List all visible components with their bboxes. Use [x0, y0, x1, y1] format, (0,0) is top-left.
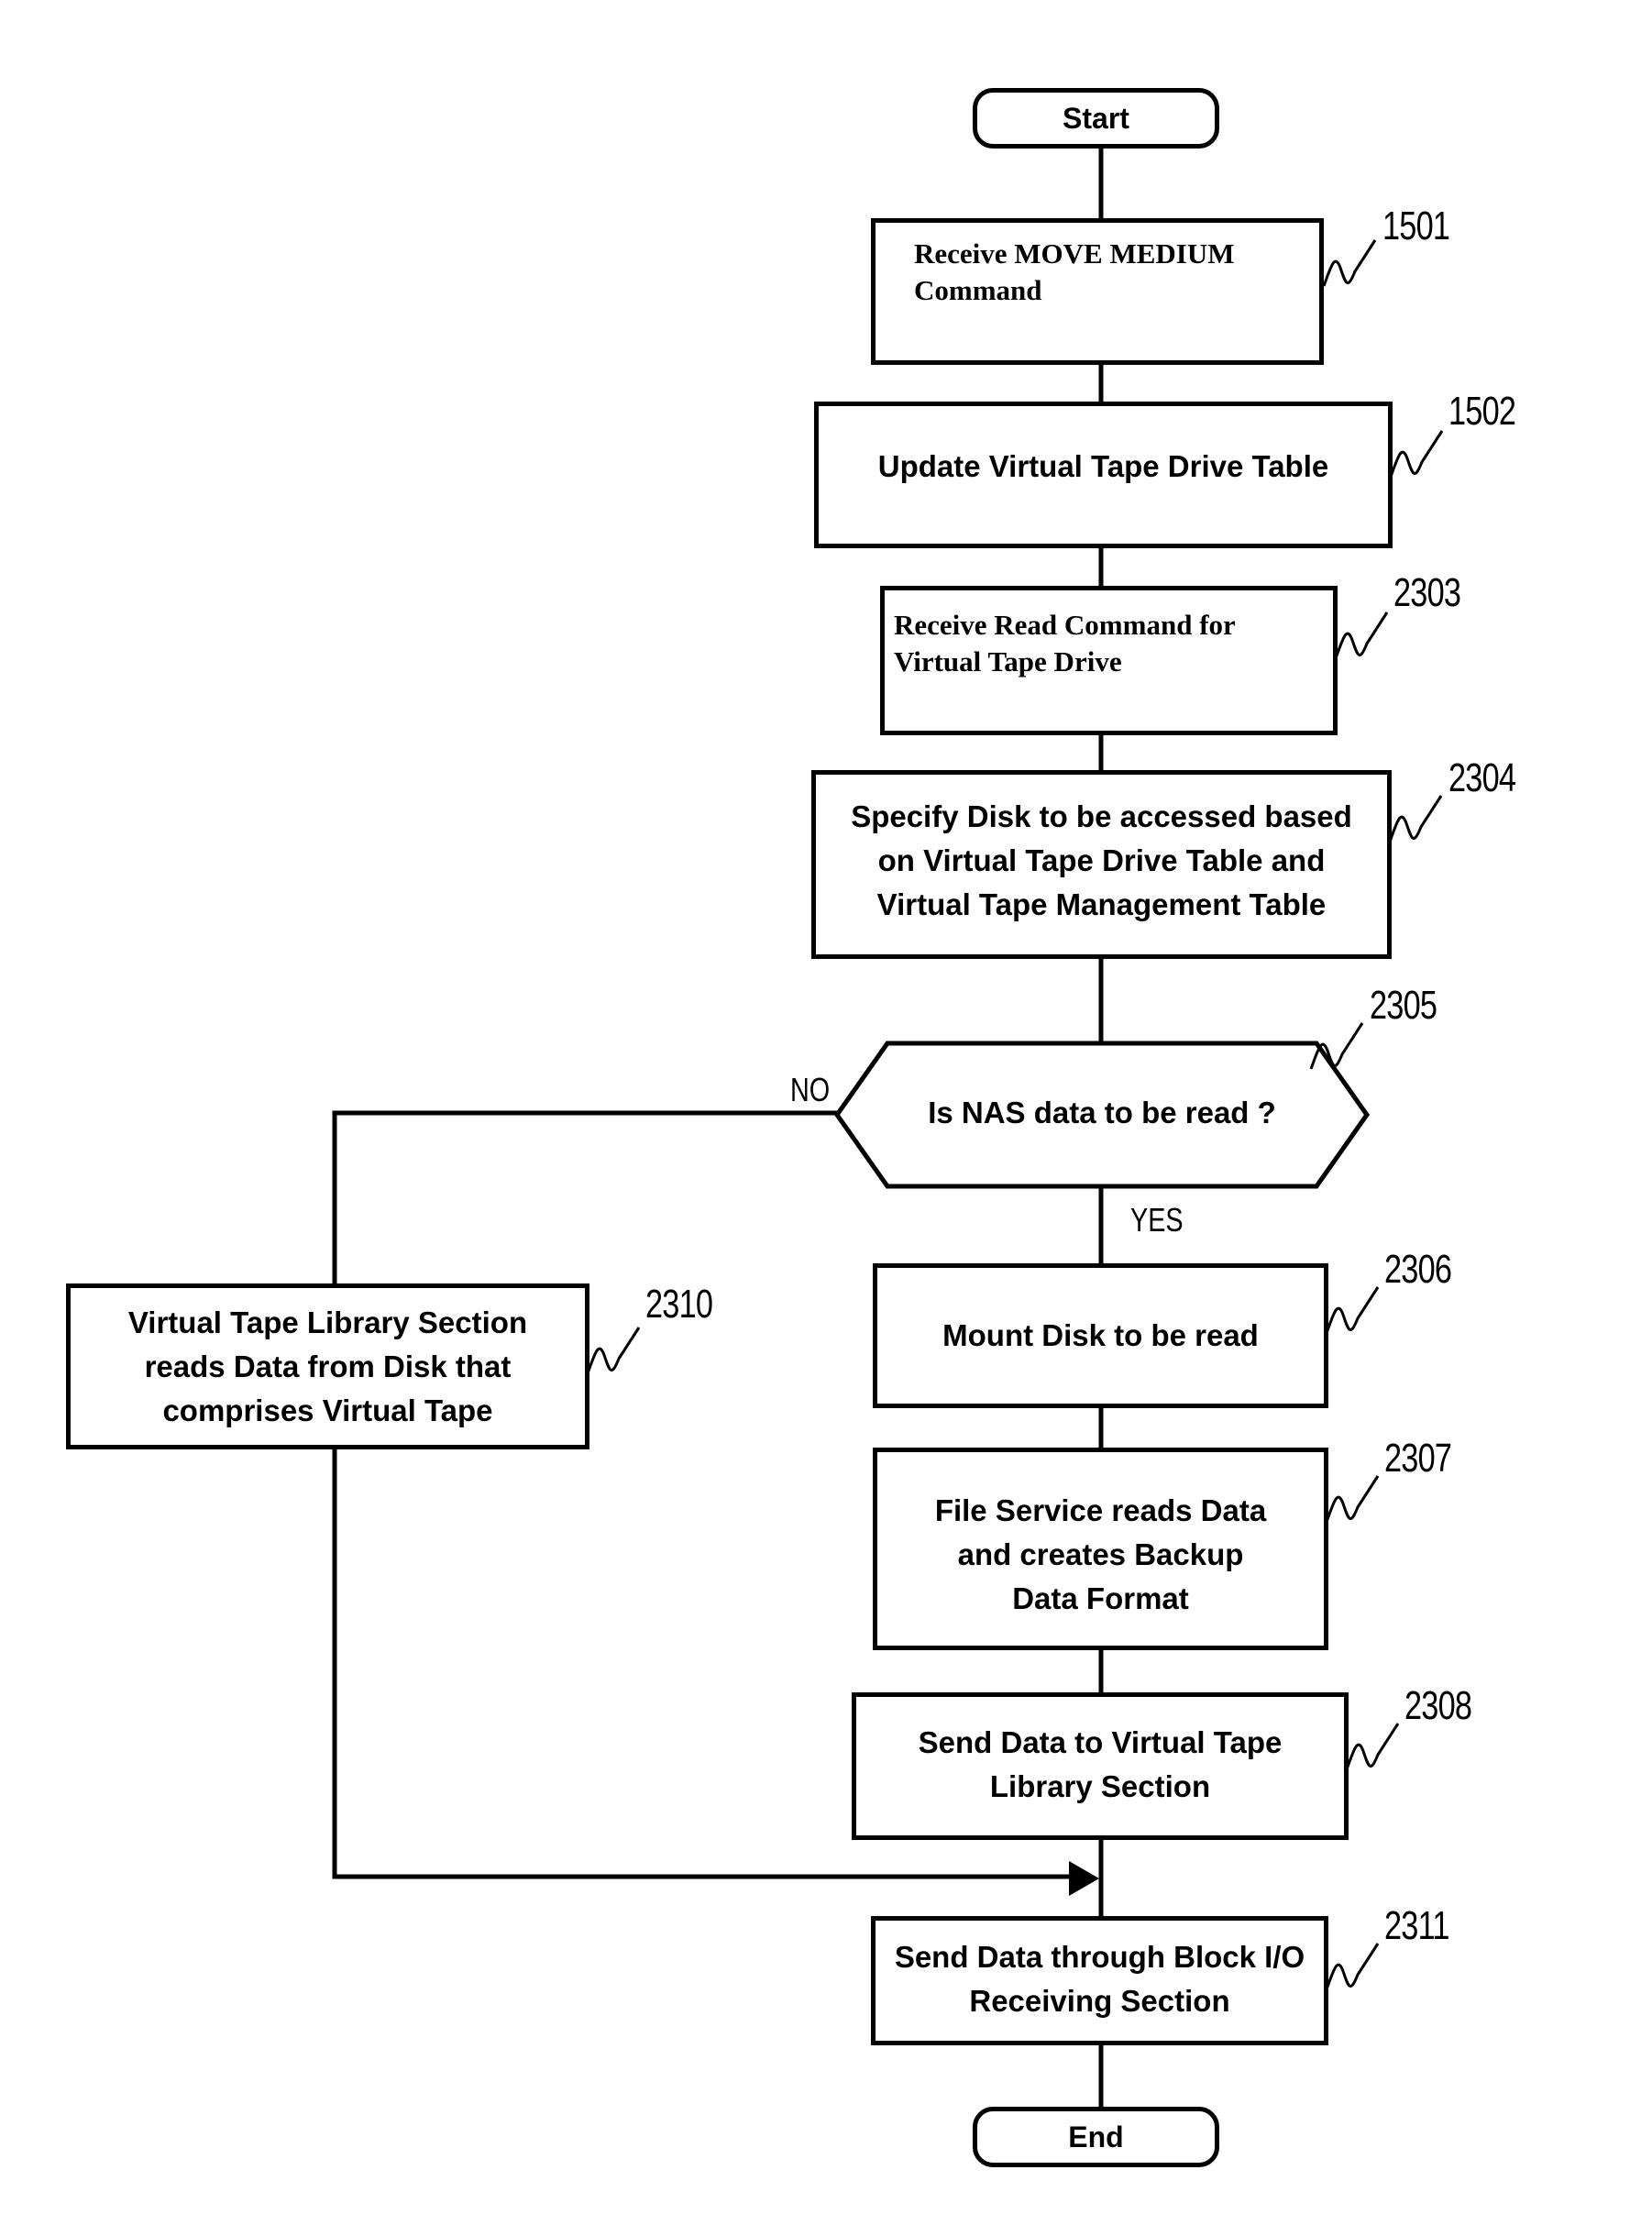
- end-label: End: [1068, 2120, 1124, 2153]
- ref-leader-1501: [1322, 239, 1377, 287]
- step-2304: Specify Disk to be accessed based on Vir…: [811, 770, 1392, 959]
- step-2311-text: Send Data through Block I/O Receiving Se…: [894, 1940, 1305, 2018]
- ref-2305: 2305: [1370, 983, 1437, 1028]
- branch-no-label: NO: [790, 1071, 831, 1108]
- ref-2307: 2307: [1384, 1436, 1452, 1481]
- ref-leader-2311: [1325, 1943, 1380, 1990]
- step-2306: Mount Disk to be read: [873, 1263, 1328, 1408]
- ref-leader-2310: [586, 1327, 641, 1374]
- step-2303-text: Receive Read Command for Virtual Tape Dr…: [894, 609, 1236, 677]
- ref-2304: 2304: [1448, 755, 1516, 800]
- step-2310-text: Virtual Tape Library Section reads Data …: [127, 1305, 528, 1427]
- step-2307-text: File Service reads Data and creates Back…: [934, 1493, 1267, 1615]
- edge-2305-2310-no: [332, 1110, 840, 1288]
- ref-leader-2308: [1345, 1723, 1400, 1770]
- ref-2303: 2303: [1393, 570, 1461, 615]
- ref-leader-2307: [1325, 1475, 1380, 1523]
- step-1502-text: Update Virtual Tape Drive Table: [877, 449, 1329, 483]
- step-2307: File Service reads Data and creates Back…: [873, 1448, 1328, 1650]
- step-2308: Send Data to Virtual Tape Library Sectio…: [852, 1692, 1349, 1840]
- step-1501: Receive MOVE MEDIUM Command: [871, 218, 1324, 365]
- flowchart-canvas: [332, 144, 1444, 2111]
- step-2310: Virtual Tape Library Section reads Data …: [66, 1283, 589, 1449]
- ref-leader-2304: [1388, 795, 1443, 843]
- step-2303: Receive Read Command for Virtual Tape Dr…: [880, 586, 1338, 735]
- start-label: Start: [1063, 102, 1129, 135]
- step-1502: Update Virtual Tape Drive Table: [814, 402, 1393, 548]
- ref-2310: 2310: [645, 1282, 713, 1327]
- branch-yes-label: YES: [1130, 1201, 1184, 1239]
- step-2306-text: Mount Disk to be read: [942, 1318, 1259, 1352]
- ref-leader-1502: [1389, 430, 1444, 478]
- ref-2308: 2308: [1404, 1683, 1472, 1728]
- decision-2305-text: Is NAS data to be read ?: [928, 1096, 1276, 1129]
- ref-leader-2306: [1325, 1286, 1380, 1334]
- step-1501-text: Receive MOVE MEDIUM Command: [914, 237, 1235, 306]
- step-2308-text: Send Data to Virtual Tape Library Sectio…: [918, 1725, 1283, 1803]
- arrowhead-icon: [1069, 1861, 1099, 1896]
- ref-1502: 1502: [1448, 389, 1516, 434]
- start-terminal: Start: [973, 88, 1219, 149]
- step-2304-text: Specify Disk to be accessed based on Vir…: [851, 799, 1352, 921]
- ref-1501: 1501: [1382, 204, 1450, 248]
- ref-2306: 2306: [1384, 1247, 1452, 1292]
- end-terminal: End: [973, 2107, 1219, 2167]
- ref-leader-2303: [1334, 611, 1389, 659]
- step-2311: Send Data through Block I/O Receiving Se…: [871, 1916, 1328, 2045]
- ref-2311: 2311: [1384, 1903, 1449, 1948]
